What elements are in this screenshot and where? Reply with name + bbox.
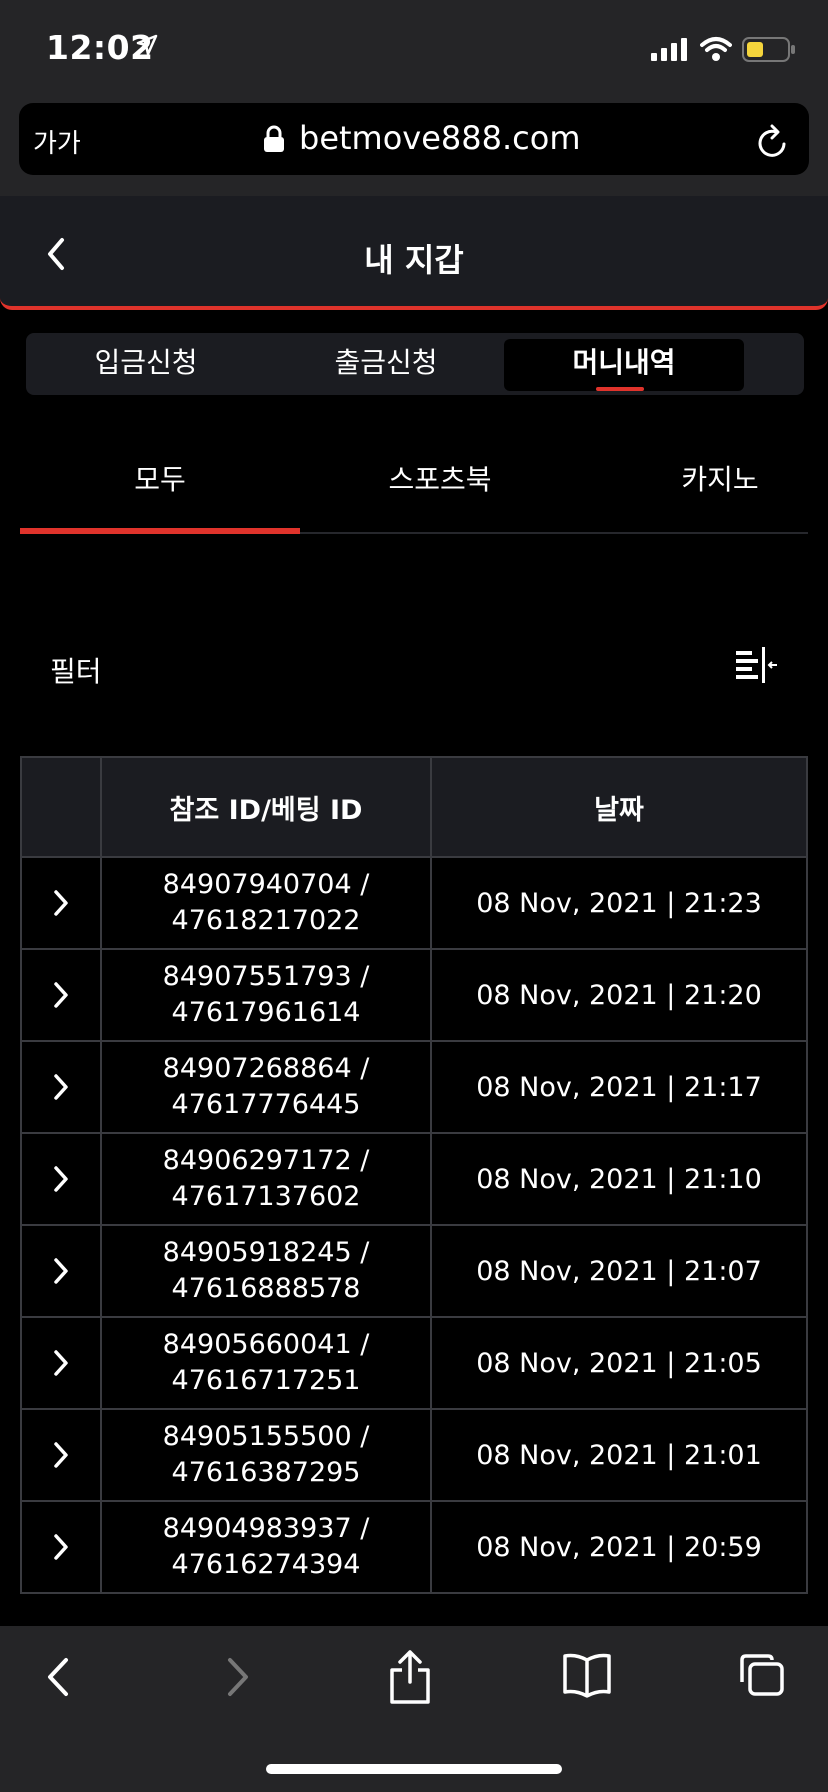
browser-back-icon[interactable] — [44, 1652, 74, 1702]
ref-bet-id-cell: 84905155500 / 47616387295 — [100, 1408, 432, 1502]
share-icon[interactable] — [388, 1648, 432, 1704]
ref-bet-id-cell: 84907940704 / 47618217022 — [100, 856, 432, 950]
subtab-all[interactable]: 모두 — [20, 458, 300, 498]
expand-row-button[interactable] — [20, 1408, 102, 1502]
page-title: 내 지갑 — [364, 241, 464, 279]
date-cell: 08 Nov, 2021 | 21:17 — [430, 1040, 808, 1134]
chevron-right-icon — [54, 1534, 68, 1560]
expand-row-button[interactable] — [20, 1224, 102, 1318]
wifi-icon — [700, 37, 732, 61]
chevron-right-icon — [54, 1442, 68, 1468]
ref-id: 84907268864 / — [162, 1053, 370, 1084]
ref-bet-id-cell: 84905660041 / 47616717251 — [100, 1316, 432, 1410]
reload-icon[interactable] — [756, 124, 790, 160]
tab-withdraw[interactable]: 출금신청 — [266, 333, 506, 395]
table-row[interactable]: 84907268864 / 47617776445 08 Nov, 2021 | 2… — [20, 1040, 808, 1134]
ref-id: 84906297172 / — [162, 1145, 370, 1176]
ref-bet-id-cell: 84905918245 / 47616888578 — [100, 1224, 432, 1318]
url-text[interactable]: betmove888.com — [299, 119, 581, 157]
table-row[interactable]: 84907940704 / 47618217022 08 Nov, 2021 | 2… — [20, 856, 808, 950]
subtab-casino[interactable]: 카지노 — [580, 458, 828, 498]
bet-id: 47616274394 — [171, 1549, 361, 1580]
tab-deposit[interactable]: 입금신청 — [26, 333, 266, 395]
table-header-row: 참조 ID/베팅 ID 날짜 — [20, 756, 808, 858]
table-row[interactable]: 84905660041 / 47616717251 08 Nov, 2021 | 2… — [20, 1316, 808, 1410]
expand-row-button[interactable] — [20, 1040, 102, 1134]
ref-bet-id-cell: 84906297172 / 47617137602 — [100, 1132, 432, 1226]
date-cell: 08 Nov, 2021 | 21:01 — [430, 1408, 808, 1502]
tabs-icon[interactable] — [738, 1652, 786, 1698]
bet-id: 47617961614 — [171, 997, 361, 1028]
bet-id: 47617776445 — [171, 1089, 361, 1120]
ref-id: 84905155500 / — [162, 1421, 370, 1452]
bookmarks-icon[interactable] — [562, 1652, 612, 1698]
ref-bet-id-cell: 84907551793 / 47617961614 — [100, 948, 432, 1042]
ref-id: 84904983937 / — [162, 1513, 370, 1544]
ref-id: 84907940704 / — [162, 869, 370, 900]
battery-icon — [742, 37, 795, 62]
lock-icon — [264, 125, 284, 152]
table-row[interactable]: 84904983937 / 47616274394 08 Nov, 2021 | 2… — [20, 1500, 808, 1594]
bet-id: 47616717251 — [171, 1365, 361, 1396]
date-cell: 08 Nov, 2021 | 21:05 — [430, 1316, 808, 1410]
expand-row-button[interactable] — [20, 1500, 102, 1594]
subtab-sportsbook[interactable]: 스포츠북 — [300, 458, 580, 498]
active-tab-indicator — [596, 387, 644, 391]
bet-id: 47616888578 — [171, 1273, 361, 1304]
filter-toggle-icon[interactable] — [736, 647, 778, 685]
expand-row-button[interactable] — [20, 856, 102, 950]
chevron-right-icon — [54, 1074, 68, 1100]
column-header-date: 날짜 — [430, 756, 808, 858]
chevron-right-icon — [54, 890, 68, 916]
ref-bet-id-cell: 84907268864 / 47617776445 — [100, 1040, 432, 1134]
date-cell: 08 Nov, 2021 | 20:59 — [430, 1500, 808, 1594]
expand-row-button[interactable] — [20, 948, 102, 1042]
expand-row-button[interactable] — [20, 1316, 102, 1410]
chevron-right-icon — [54, 1258, 68, 1284]
ref-id: 84905660041 / — [162, 1329, 370, 1360]
text-size-button[interactable]: 가가 — [33, 123, 81, 160]
subtab-active-indicator — [20, 528, 300, 534]
table-row[interactable]: 84905155500 / 47616387295 08 Nov, 2021 | 2… — [20, 1408, 808, 1502]
home-indicator — [266, 1764, 562, 1774]
browser-forward-icon[interactable] — [222, 1652, 252, 1702]
chevron-right-icon — [54, 982, 68, 1008]
bet-id: 47618217022 — [171, 905, 361, 936]
tab-money-history[interactable]: 머니내역 — [504, 333, 744, 395]
bet-id: 47617137602 — [171, 1181, 361, 1212]
history-table: 참조 ID/베팅 ID 날짜 84907940704 / 47618217022 0… — [20, 756, 808, 1594]
chevron-right-icon — [54, 1350, 68, 1376]
ref-bet-id-cell: 84904983937 / 47616274394 — [100, 1500, 432, 1594]
expand-row-button[interactable] — [20, 1132, 102, 1226]
table-row[interactable]: 84907551793 / 47617961614 08 Nov, 2021 | 2… — [20, 948, 808, 1042]
date-cell: 08 Nov, 2021 | 21:07 — [430, 1224, 808, 1318]
date-cell: 08 Nov, 2021 | 21:10 — [430, 1132, 808, 1226]
filter-label: 필터 — [50, 655, 102, 688]
table-row[interactable]: 84905918245 / 47616888578 08 Nov, 2021 | 2… — [20, 1224, 808, 1318]
chevron-right-icon — [54, 1166, 68, 1192]
table-row[interactable]: 84906297172 / 47617137602 08 Nov, 2021 | 2… — [20, 1132, 808, 1226]
ref-id: 84905918245 / — [162, 1237, 370, 1268]
column-header-ref-id: 참조 ID/베팅 ID — [100, 756, 432, 858]
expand-column-header — [20, 756, 102, 858]
bet-id: 47616387295 — [171, 1457, 361, 1488]
ref-id: 84907551793 / — [162, 961, 370, 992]
cellular-signal-icon — [651, 38, 687, 61]
date-cell: 08 Nov, 2021 | 21:23 — [430, 856, 808, 950]
location-arrow-icon — [136, 34, 158, 56]
date-cell: 08 Nov, 2021 | 21:20 — [430, 948, 808, 1042]
